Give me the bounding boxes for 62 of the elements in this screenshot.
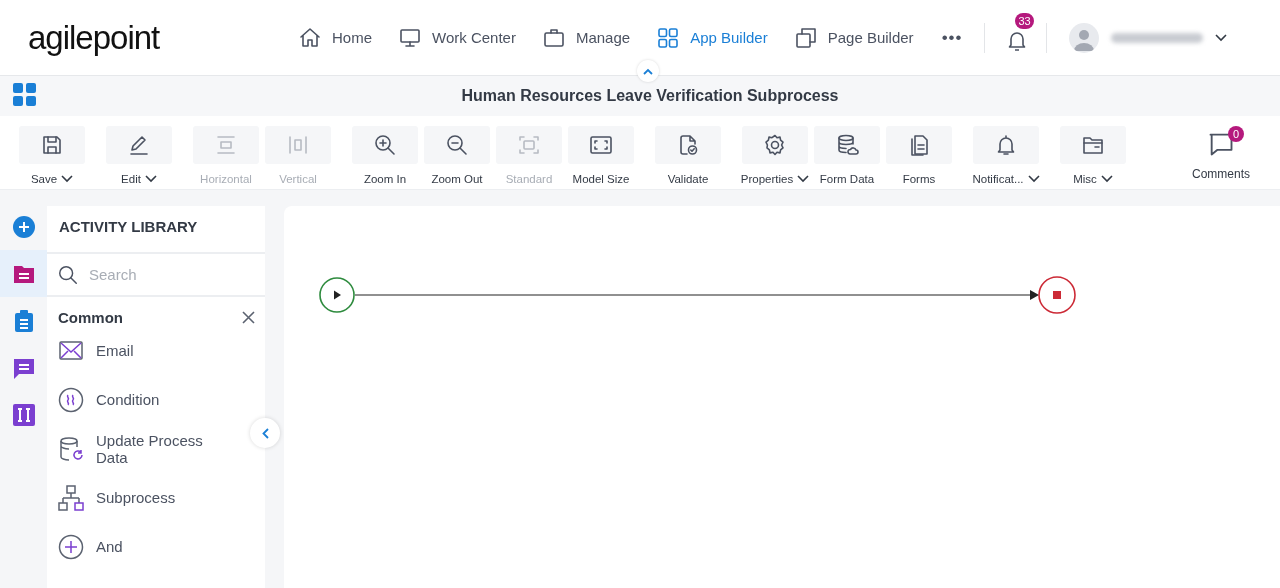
standard-size-icon <box>496 126 562 164</box>
forms-icon <box>886 126 952 164</box>
activity-item[interactable]: Update Process Data <box>58 424 216 473</box>
grid-icon <box>656 25 681 50</box>
apps-grid-icon[interactable] <box>13 83 36 106</box>
gear-icon <box>742 126 808 164</box>
toolbar-button[interactable]: Edit <box>106 126 172 185</box>
chevron-left-icon <box>261 427 269 439</box>
nav-link[interactable]: Page Builder <box>793 25 914 50</box>
close-icon[interactable] <box>242 311 255 324</box>
chevron-down-icon[interactable] <box>1214 33 1227 42</box>
category-heading: Common <box>58 309 123 326</box>
end-event[interactable] <box>1038 276 1076 314</box>
comment-count-badge: 0 <box>1228 126 1244 142</box>
save-icon <box>19 126 85 164</box>
bell-icon <box>973 126 1039 164</box>
nav-link[interactable]: Manage <box>541 25 631 50</box>
folder-list-icon[interactable] <box>0 250 47 297</box>
plus-circle-icon <box>58 533 84 560</box>
search-icon <box>57 263 79 286</box>
agilepoint-logo: agilepoint <box>28 18 161 57</box>
activity-item[interactable]: And <box>58 522 216 571</box>
pencil-icon <box>106 126 172 164</box>
notification-count-badge: 33 <box>1015 12 1034 29</box>
comments-button[interactable]: Comments 0 <box>1192 126 1250 181</box>
database-refresh-icon <box>58 435 84 462</box>
home-icon <box>298 25 322 50</box>
align-horizontal-icon <box>193 126 259 164</box>
database-cloud-icon <box>814 126 880 164</box>
activity-item[interactable]: Condition <box>58 375 216 424</box>
fit-screen-icon <box>568 126 634 164</box>
activity-item[interactable]: Email <box>58 326 216 375</box>
panel-title: ACTIVITY LIBRARY <box>47 206 265 254</box>
toolbar-button[interactable]: Misc <box>1060 126 1126 185</box>
condition-icon <box>58 386 84 413</box>
toolbar-button[interactable]: Zoom Out <box>424 126 490 185</box>
process-title: Human Resources Leave Verification Subprocess <box>460 87 839 105</box>
hierarchy-icon <box>58 484 84 511</box>
more-menu-button[interactable]: ••• <box>941 27 963 48</box>
zoom-out-icon <box>424 126 490 164</box>
activity-item[interactable]: Subprocess <box>58 473 216 522</box>
toolbar-button[interactable]: Form Data <box>814 126 880 185</box>
toolbar-button[interactable]: Properties <box>742 126 808 185</box>
toolbar-button[interactable]: Validate <box>655 126 721 185</box>
start-event[interactable] <box>319 277 355 313</box>
nav-link[interactable]: Home <box>298 25 372 50</box>
align-vertical-icon <box>265 126 331 164</box>
toolbar-button[interactable]: Save <box>19 126 85 185</box>
toolbar-button[interactable]: Zoom In <box>352 126 418 185</box>
toolbar-button[interactable]: Forms <box>886 126 952 185</box>
collapse-panel-button[interactable] <box>250 418 280 448</box>
nav-link[interactable]: Work Center <box>398 25 516 50</box>
validate-icon <box>655 126 721 164</box>
zoom-in-icon <box>352 126 418 164</box>
notifications-bell-icon[interactable] <box>1007 30 1028 53</box>
copy-icon <box>793 25 818 50</box>
chevron-up-icon <box>643 67 653 75</box>
toolbar-button[interactable]: Model Size <box>568 126 634 185</box>
toolbar-button[interactable]: Notificat... <box>973 126 1039 185</box>
folder-icon <box>1060 126 1126 164</box>
collapse-header-button[interactable] <box>637 60 659 82</box>
nav-link[interactable]: App Builder <box>656 25 768 50</box>
